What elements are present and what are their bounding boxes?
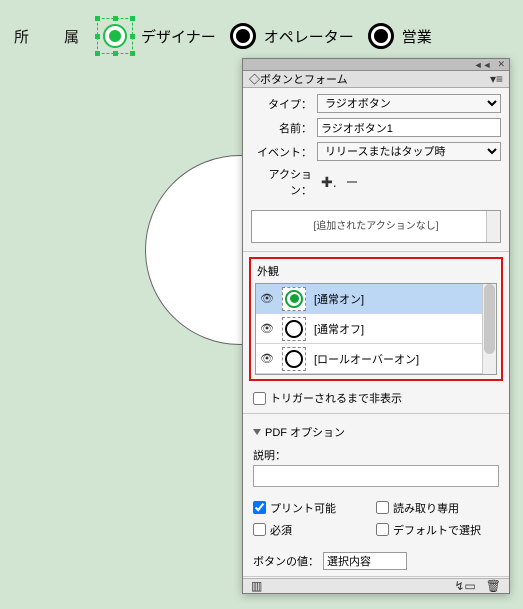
- printable-checkbox[interactable]: [253, 501, 266, 514]
- radio-icon[interactable]: [230, 23, 256, 49]
- button-value-input[interactable]: [323, 552, 407, 570]
- panel-menu-icon[interactable]: ▾≡: [490, 72, 503, 86]
- default-selected-label: デフォルトで選択: [393, 522, 481, 538]
- event-label: イベント：: [251, 144, 317, 160]
- readonly-label: 読み取り専用: [393, 500, 459, 516]
- description-input[interactable]: [253, 465, 499, 487]
- scrollbar[interactable]: [486, 211, 500, 242]
- panel-tab-title[interactable]: ◇ボタンとフォーム: [249, 71, 348, 87]
- hide-until-trigger-label: トリガーされるまで非表示: [270, 390, 402, 406]
- state-thumb: [282, 287, 306, 311]
- button-value-label: ボタンの値：: [253, 553, 319, 569]
- convert-icon[interactable]: ↯▭: [454, 579, 475, 593]
- event-select[interactable]: リリースまたはタップ時: [317, 142, 501, 161]
- disclosure-triangle-icon[interactable]: [253, 429, 261, 435]
- action-label: アクション：: [251, 166, 317, 198]
- scrollbar[interactable]: [482, 284, 496, 374]
- state-thumb: [282, 347, 306, 371]
- visibility-icon[interactable]: 👁: [260, 322, 274, 335]
- close-icon[interactable]: ✕: [497, 59, 505, 70]
- state-row[interactable]: 👁 [通常オフ]: [256, 314, 496, 344]
- pdf-options-title: PDF オプション: [265, 424, 345, 440]
- remove-action-icon[interactable]: [347, 181, 357, 183]
- state-label: [通常オン]: [314, 291, 364, 307]
- actions-list[interactable]: [追加されたアクションなし]: [251, 210, 501, 243]
- hide-until-trigger-checkbox[interactable]: [253, 392, 266, 405]
- type-label: タイプ：: [251, 96, 317, 112]
- radio-selected-frame[interactable]: [97, 18, 133, 54]
- name-label: 名前：: [251, 120, 317, 136]
- radio-option-1: デザイナー: [141, 26, 216, 47]
- panel-footer: ▥ ↯▭ 🗑: [243, 578, 509, 593]
- appearance-section: 外観 👁 [通常オン] 👁 [通常オフ] 👁 [ロールオーバーオン]: [249, 257, 503, 381]
- appearance-state-list: 👁 [通常オン] 👁 [通常オフ] 👁 [ロールオーバーオン]: [255, 283, 497, 375]
- description-label: 説明：: [253, 447, 499, 463]
- state-thumb: [282, 317, 306, 341]
- radio-option-3: 営業: [402, 26, 432, 47]
- actions-empty-text: [追加されたアクションなし]: [313, 217, 438, 232]
- visibility-icon[interactable]: 👁: [260, 352, 274, 365]
- trash-icon[interactable]: 🗑: [486, 579, 501, 593]
- group-label: 所 属: [14, 26, 89, 47]
- printable-label: プリント可能: [270, 500, 336, 516]
- radio-icon: [103, 24, 127, 48]
- state-label: [ロールオーバーオン]: [314, 351, 419, 367]
- readonly-checkbox[interactable]: [376, 501, 389, 514]
- buttons-and-forms-panel: ◄◄ ✕ ◇ボタンとフォーム ▾≡ タイプ： ラジオボタン 名前： イベント： …: [242, 58, 510, 594]
- state-row[interactable]: 👁 [ロールオーバーオン]: [256, 344, 496, 374]
- add-action-icon[interactable]: ✚.: [321, 174, 337, 191]
- panel-titlebar[interactable]: ◄◄ ✕: [243, 59, 509, 71]
- collapse-icon[interactable]: ◄◄: [474, 60, 492, 70]
- appearance-title: 外観: [257, 263, 497, 279]
- type-select[interactable]: ラジオボタン: [317, 94, 501, 113]
- default-selected-checkbox[interactable]: [376, 523, 389, 536]
- required-label: 必須: [270, 522, 292, 538]
- radio-icon[interactable]: [368, 23, 394, 49]
- state-label: [通常オフ]: [314, 321, 364, 337]
- pdf-options-header[interactable]: PDF オプション: [253, 424, 499, 440]
- state-row[interactable]: 👁 [通常オン]: [256, 284, 496, 314]
- preview-icon[interactable]: ▥: [251, 579, 262, 593]
- radio-option-2: オペレーター: [264, 26, 354, 47]
- name-input[interactable]: [317, 118, 501, 137]
- visibility-icon[interactable]: 👁: [260, 292, 274, 305]
- required-checkbox[interactable]: [253, 523, 266, 536]
